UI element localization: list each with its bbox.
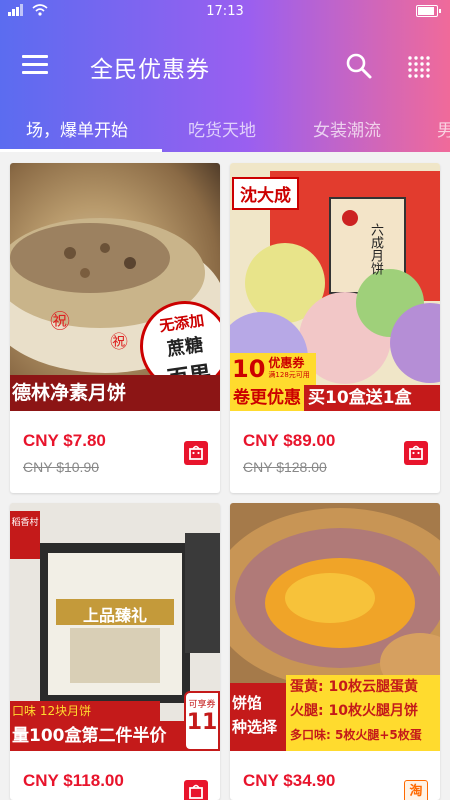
- product-card[interactable]: 稻香村 上品臻礼 口味 12块月饼 量100盒第二件半价 可享券 11 CNY …: [10, 503, 220, 800]
- svg-text:㊗: ㊗: [50, 309, 70, 333]
- tab-2[interactable]: 女装潮流: [313, 116, 381, 141]
- original-price: CNY $10.90: [23, 459, 100, 475]
- grid-dot: [420, 74, 424, 78]
- flavor-strip: 口味 12块月饼: [10, 701, 160, 721]
- tab-1[interactable]: 吃货天地: [188, 116, 256, 141]
- product-price: CNY $118.00: [23, 771, 124, 790]
- tab-0[interactable]: 场，爆单开始: [26, 116, 128, 141]
- brand-logo: 沈大成: [232, 177, 299, 210]
- grid-dot: [414, 62, 418, 66]
- original-price: CNY $128.00: [243, 459, 327, 475]
- taobao-icon[interactable]: 淘: [404, 780, 428, 800]
- grid-dot: [426, 68, 430, 72]
- grid-dot: [414, 68, 418, 72]
- category-grid-icon[interactable]: [406, 54, 432, 80]
- battery-icon: [416, 5, 441, 17]
- product-banner: 量100盒第二件半价: [10, 721, 190, 751]
- filling-list: 蛋黄: 10枚云腿蛋黄 火腿: 10枚火腿月饼 多口味: 5枚火腿+5枚蛋: [286, 675, 440, 751]
- product-card[interactable]: ㊗ ㊗ 无添加 蔗糖 百果 德林净素月饼 CNY $7.80 CNY $10.9…: [10, 163, 220, 493]
- product-banner: 卷更优惠 买10盒送1盒: [230, 385, 440, 411]
- grid-dot: [426, 62, 430, 66]
- grid-dot: [408, 56, 412, 60]
- grid-dot: [420, 62, 424, 66]
- product-price: CNY $34.90: [243, 771, 336, 790]
- grid-dot: [414, 74, 418, 78]
- search-icon[interactable]: [345, 52, 373, 80]
- product-image: 沈大成 六成月饼 10 优惠券 满128元可用 卷更优惠 买10盒送1盒: [230, 163, 440, 411]
- product-card[interactable]: 沈大成 六成月饼 10 优惠券 满128元可用 卷更优惠 买10盒送1盒 CNY…: [230, 163, 440, 493]
- filling-side: 饼馅 种选择: [230, 683, 286, 751]
- app-header: 17:13 全民优惠券 场，爆单开始 吃货天地 女装潮流 男: [0, 0, 450, 152]
- tmall-icon[interactable]: [184, 441, 208, 465]
- grid-dot: [426, 56, 430, 60]
- page-title: 全民优惠券: [90, 57, 210, 83]
- category-tabs: 场，爆单开始 吃货天地 女装潮流 男: [0, 108, 450, 152]
- coupon-tag: 10 优惠券 满128元可用: [230, 353, 316, 385]
- product-image: 饼馅 种选择 蛋黄: 10枚云腿蛋黄 火腿: 10枚火腿月饼 多口味: 5枚火腿…: [230, 503, 440, 751]
- menu-icon[interactable]: [22, 55, 48, 75]
- grid-dot: [420, 56, 424, 60]
- brand-tag: 稻香村: [10, 511, 40, 559]
- tmall-icon[interactable]: [184, 780, 208, 800]
- product-card[interactable]: 饼馅 种选择 蛋黄: 10枚云腿蛋黄 火腿: 10枚火腿月饼 多口味: 5枚火腿…: [230, 503, 440, 800]
- product-image: 稻香村 上品臻礼 口味 12块月饼 量100盒第二件半价 可享券 11: [10, 503, 220, 751]
- product-price: CNY $89.00: [243, 431, 336, 450]
- grid-dot: [408, 74, 412, 78]
- status-bar: 17:13: [0, 0, 450, 24]
- grid-dot: [426, 74, 430, 78]
- product-image: ㊗ ㊗ 无添加 蔗糖 百果 德林净素月饼: [10, 163, 220, 411]
- grid-dot: [414, 56, 418, 60]
- grid-dot: [408, 68, 412, 72]
- tmall-icon[interactable]: [404, 441, 428, 465]
- app-bar: 全民优惠券: [0, 36, 450, 96]
- product-price: CNY $7.80: [23, 431, 106, 450]
- status-time: 17:13: [206, 4, 244, 19]
- grid-dot: [408, 62, 412, 66]
- box-label: 六成月饼: [368, 223, 383, 275]
- tab-3[interactable]: 男: [437, 116, 450, 141]
- svg-text:㊗: ㊗: [110, 332, 128, 353]
- coupon-badge: 可享券 11: [184, 691, 220, 751]
- box-label: 上品臻礼: [82, 606, 147, 625]
- tab-indicator: [0, 149, 162, 152]
- grid-dot: [420, 68, 424, 72]
- product-banner: 德林净素月饼: [10, 375, 220, 411]
